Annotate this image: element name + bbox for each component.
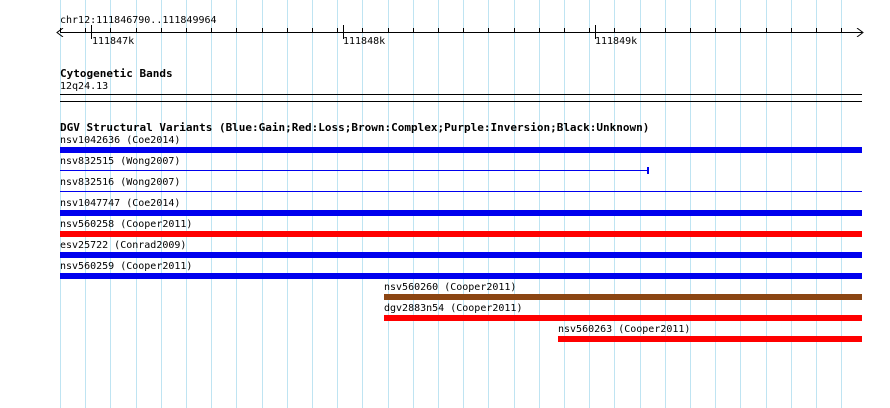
ruler-minor-tick xyxy=(564,28,565,32)
variant-bar[interactable] xyxy=(558,336,862,342)
variant-label: nsv560258 (Cooper2011) xyxy=(60,219,193,230)
cytoband-top-line xyxy=(60,94,862,95)
ruler-minor-tick xyxy=(640,28,641,32)
ruler-minor-tick xyxy=(312,28,313,32)
variant-label: nsv560259 (Cooper2011) xyxy=(60,261,193,272)
variant-bar[interactable] xyxy=(60,147,862,153)
variant-bar[interactable] xyxy=(384,315,862,321)
ruler-minor-tick xyxy=(841,28,842,32)
ruler-minor-tick xyxy=(589,28,590,32)
dgv-track-title: DGV Structural Variants (Blue:Gain;Red:L… xyxy=(60,121,650,134)
ruler-minor-tick xyxy=(85,28,86,32)
ruler-minor-tick xyxy=(161,28,162,32)
ruler-minor-tick xyxy=(388,28,389,32)
ruler-axis xyxy=(60,32,862,33)
cytoband-label: 12q24.13 xyxy=(60,81,109,92)
ruler-minor-tick xyxy=(740,28,741,32)
variant-label: nsv832515 (Wong2007) xyxy=(60,156,181,167)
ruler-minor-tick xyxy=(136,28,137,32)
ruler-tick-label: 111848k xyxy=(343,36,386,47)
ruler-minor-tick xyxy=(186,28,187,32)
ruler-minor-tick xyxy=(60,28,61,32)
ruler-tick-label: 111847k xyxy=(92,36,135,47)
cytogenetic-track-title: Cytogenetic Bands xyxy=(60,67,173,80)
ruler-minor-tick xyxy=(690,28,691,32)
variant-end-cap xyxy=(647,167,649,174)
ruler-minor-tick xyxy=(236,28,237,32)
variant-label: dgv2883n54 (Cooper2011) xyxy=(384,303,523,314)
ruler-minor-tick xyxy=(337,28,338,32)
ruler-tick-label: 111849k xyxy=(595,36,638,47)
ruler-minor-tick xyxy=(665,28,666,32)
variant-label: esv25722 (Conrad2009) xyxy=(60,240,187,251)
ruler-minor-tick xyxy=(110,28,111,32)
ruler-minor-tick xyxy=(463,28,464,32)
variant-label: nsv560263 (Cooper2011) xyxy=(558,324,691,335)
ruler-minor-tick xyxy=(816,28,817,32)
variant-label: nsv1042636 (Coe2014) xyxy=(60,135,181,146)
ruler-minor-tick xyxy=(413,28,414,32)
ruler-minor-tick xyxy=(766,28,767,32)
variant-bar[interactable] xyxy=(60,191,862,192)
ruler-minor-tick xyxy=(287,28,288,32)
variant-label: nsv832516 (Wong2007) xyxy=(60,177,181,188)
ruler-minor-tick xyxy=(791,28,792,32)
ruler-minor-tick xyxy=(362,28,363,32)
ruler-minor-tick xyxy=(539,28,540,32)
variant-bar[interactable] xyxy=(60,210,862,216)
variant-bar[interactable] xyxy=(60,231,862,237)
ruler-minor-tick xyxy=(614,28,615,32)
variant-bar[interactable] xyxy=(60,170,649,171)
variant-bar[interactable] xyxy=(60,252,862,258)
ruler-minor-tick xyxy=(211,28,212,32)
variant-bar[interactable] xyxy=(60,273,862,279)
ruler-minor-tick xyxy=(715,28,716,32)
ruler-minor-tick xyxy=(514,28,515,32)
ruler-minor-tick xyxy=(262,28,263,32)
coordinate-range: chr12:111846790..111849964 xyxy=(60,15,217,26)
ruler-right-arrow-icon xyxy=(856,28,864,37)
variant-label: nsv560260 (Cooper2011) xyxy=(384,282,517,293)
variant-bar[interactable] xyxy=(384,294,862,300)
ruler-minor-tick xyxy=(488,28,489,32)
ruler-minor-tick xyxy=(438,28,439,32)
variant-label: nsv1047747 (Coe2014) xyxy=(60,198,181,209)
cytoband-bottom-line xyxy=(60,101,862,102)
